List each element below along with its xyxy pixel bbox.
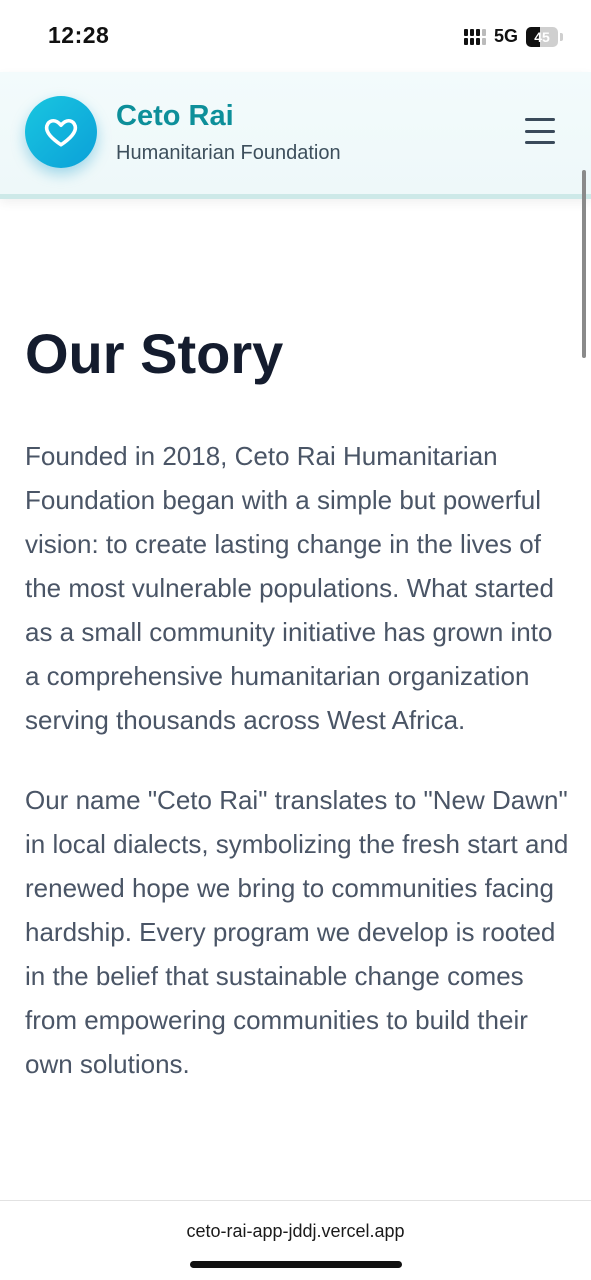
- heart-icon: [44, 118, 78, 147]
- story-paragraph: Our name "Ceto Rai" translates to "New D…: [25, 785, 569, 1079]
- scrollbar-thumb[interactable]: [582, 170, 586, 358]
- page-title: Our Story: [25, 322, 284, 385]
- battery-percentage: 45: [534, 28, 550, 45]
- status-indicators: 5G 45: [463, 26, 563, 47]
- site-header: Ceto Rai Humanitarian Foundation: [0, 72, 591, 199]
- status-bar: 12:28 5G 45: [0, 0, 591, 72]
- brand-subtitle: Humanitarian Foundation: [116, 142, 341, 164]
- brand-title[interactable]: Ceto Rai: [116, 100, 234, 133]
- network-label: 5G: [493, 26, 518, 46]
- logo[interactable]: [25, 96, 97, 168]
- battery-icon: 45: [526, 26, 558, 47]
- home-indicator[interactable]: [190, 1261, 402, 1268]
- status-time: 12:28: [48, 22, 110, 48]
- page: 12:28 5G 45 Ceto Rai Humanitarian Founda…: [0, 0, 591, 1280]
- main-content: Our Story Founded in 2018, Ceto Rai Huma…: [25, 320, 570, 1086]
- signal-icon: [463, 28, 486, 45]
- hamburger-menu-icon[interactable]: [525, 118, 555, 144]
- url-text[interactable]: ceto-rai-app-jddj.vercel.app: [0, 1221, 591, 1242]
- battery-cap: [560, 32, 563, 41]
- browser-address-bar[interactable]: ceto-rai-app-jddj.vercel.app: [0, 1200, 591, 1280]
- story-paragraph: Founded in 2018, Ceto Rai Humanitarian F…: [25, 441, 554, 735]
